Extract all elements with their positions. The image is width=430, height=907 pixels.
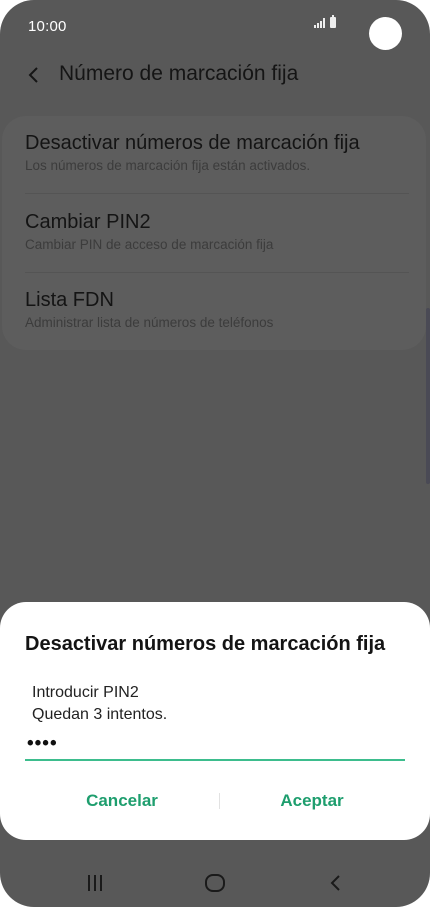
settings-item-title: Cambiar PIN2	[25, 211, 151, 233]
app-bar: Número de marcación fija	[0, 54, 430, 98]
status-bar: 10:00	[0, 0, 430, 54]
settings-item-subtitle: Cambiar PIN de acceso de marcación fija	[25, 237, 274, 252]
settings-item-change-pin2[interactable]: Cambiar PIN2 Cambiar PIN de acceso de ma…	[25, 211, 273, 252]
divider	[25, 193, 409, 194]
settings-card: Desactivar números de marcación fija Los…	[2, 116, 426, 350]
settings-item-title: Lista FDN	[25, 289, 114, 311]
page-title: Número de marcación fija	[59, 62, 299, 85]
home-icon[interactable]	[195, 870, 235, 896]
settings-item-title: Desactivar números de marcación fija	[25, 132, 360, 154]
back-icon[interactable]	[316, 870, 356, 896]
battery-icon	[330, 15, 336, 28]
cancel-button[interactable]: Cancelar	[62, 782, 182, 820]
dialog-title: Desactivar números de marcación fija	[25, 633, 386, 655]
settings-item-fdn-list[interactable]: Lista FDN Administrar lista de números d…	[25, 289, 273, 330]
edge-panel-handle[interactable]	[426, 308, 430, 484]
recent-apps-icon[interactable]	[75, 870, 115, 896]
pin2-input[interactable]	[25, 728, 405, 761]
settings-item-disable-fdn[interactable]: Desactivar números de marcación fija Los…	[25, 132, 360, 173]
phone-screen: 10:00 Número de marcación fija Desactiva…	[0, 0, 430, 907]
divider	[25, 272, 409, 273]
dialog-message-attempts: Quedan 3 intentos.	[32, 706, 168, 723]
settings-item-subtitle: Administrar lista de números de teléfono…	[25, 315, 274, 330]
status-time: 10:00	[28, 18, 67, 35]
signal-icon	[314, 18, 325, 28]
back-arrow-icon[interactable]	[24, 62, 46, 88]
settings-item-subtitle: Los números de marcación fija están acti…	[25, 158, 311, 173]
navigation-bar	[0, 858, 430, 907]
front-camera-cutout	[369, 17, 402, 50]
pin2-dialog: Desactivar números de marcación fija Int…	[0, 602, 430, 840]
button-separator	[219, 793, 220, 809]
dialog-message-prompt: Introducir PIN2	[32, 684, 139, 701]
accept-button[interactable]: Aceptar	[252, 782, 372, 820]
system-icons	[314, 15, 336, 28]
